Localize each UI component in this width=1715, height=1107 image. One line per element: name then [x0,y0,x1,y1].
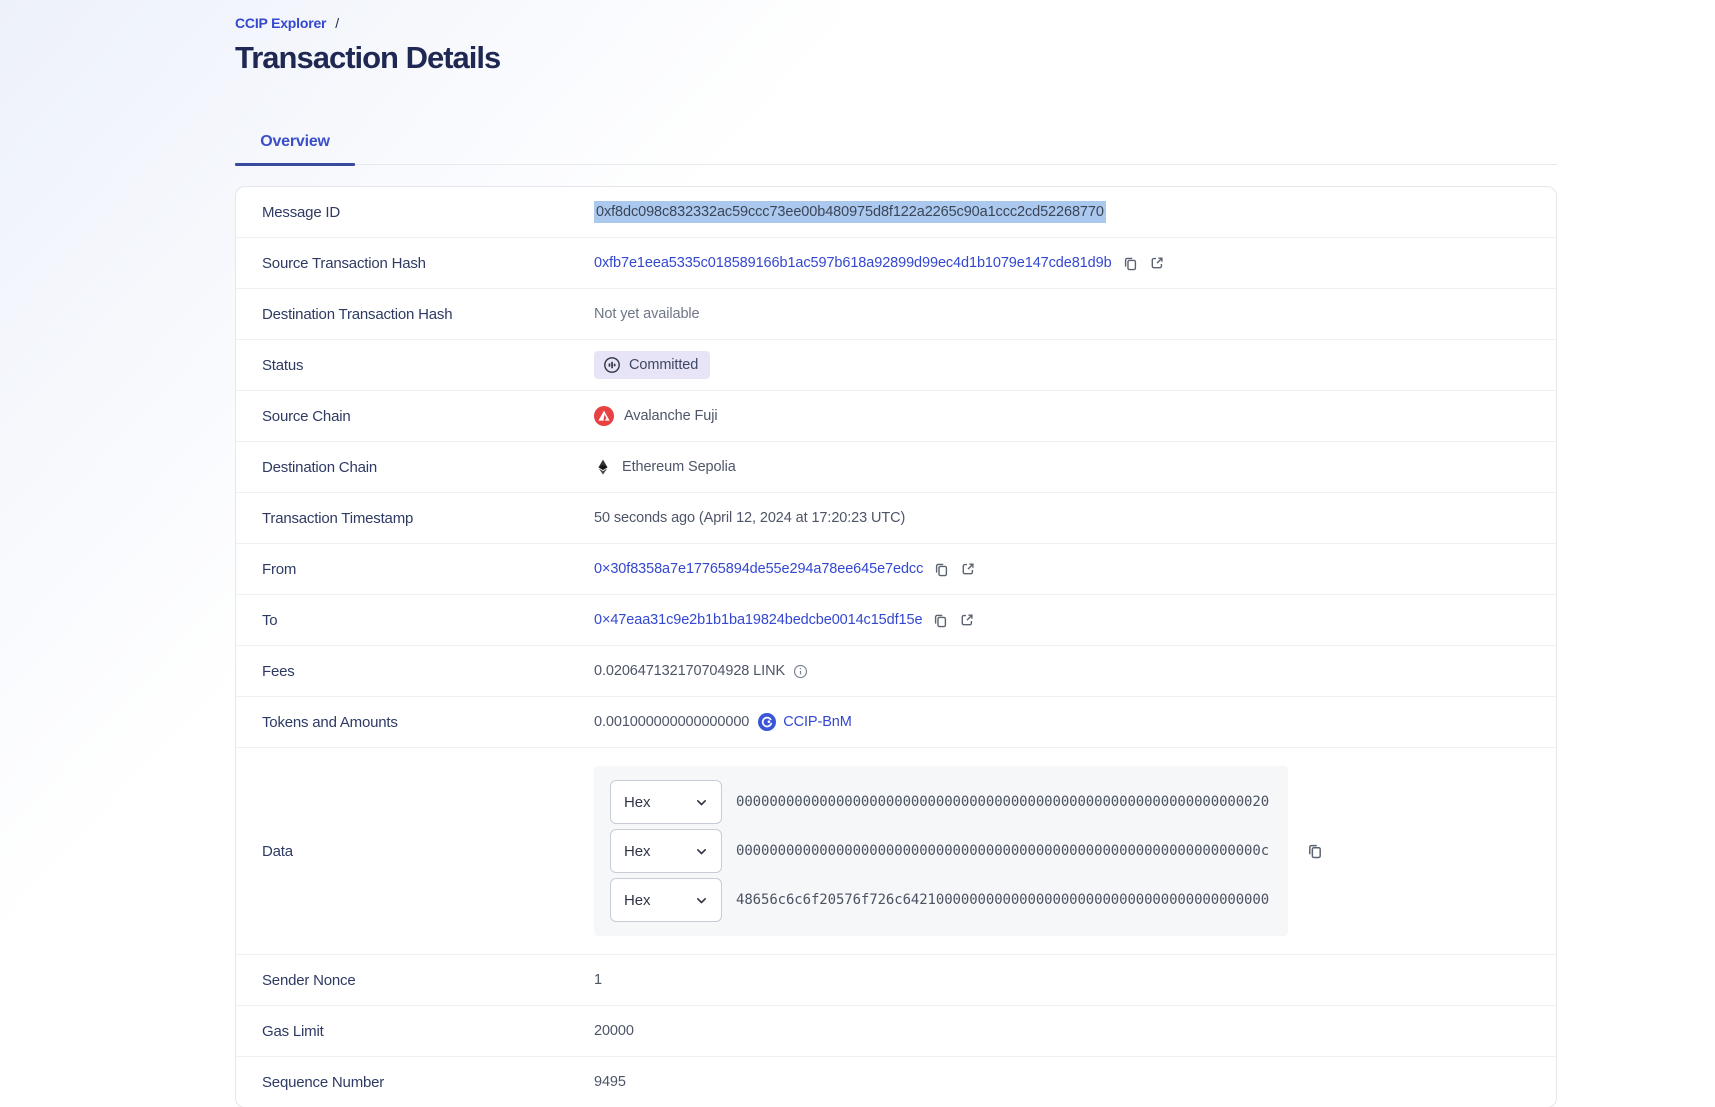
row-label: Transaction Timestamp [236,510,594,527]
status-badge: Committed [594,351,710,379]
copy-button[interactable] [933,561,950,578]
page-title: Transaction Details [235,40,1557,76]
encoding-select[interactable]: Hex [610,780,722,824]
tab-overview-label: Overview [260,133,330,151]
row-label: From [236,561,594,578]
source-tx-hash-link[interactable]: 0xfb7e1eea5335c018589166b1ac597b618a9289… [594,255,1112,271]
token-link[interactable]: CCIP-BnM [783,714,852,730]
ethereum-logo-icon [594,458,612,476]
pulse-circle-icon [603,356,621,374]
chevron-down-icon [695,845,708,858]
tab-overview[interactable]: Overview [235,119,355,164]
table-row-dest-chain: Destination Chain Ethereum Sepolia [236,442,1556,493]
copy-button[interactable] [932,612,949,629]
row-label: Destination Transaction Hash [236,306,594,323]
table-row-sender-nonce: Sender Nonce 1 [236,955,1556,1006]
chevron-down-icon [695,796,708,809]
row-label: Source Chain [236,408,594,425]
chevron-down-icon [695,894,708,907]
row-label: Sender Nonce [236,972,594,989]
encoding-select-value: Hex [624,794,650,811]
data-line-2: Hex 000000000000000000000000000000000000… [610,829,1272,873]
data-hex-panel: Hex 000000000000000000000000000000000000… [594,766,1288,936]
table-row-sequence-number: Sequence Number 9495 [236,1057,1556,1107]
row-label: Gas Limit [236,1023,594,1040]
dest-chain-name: Ethereum Sepolia [622,459,736,475]
ccip-bnm-token-icon [758,713,776,731]
token-amount: 0.001000000000000000 [594,714,749,730]
page: CCIP Explorer / Transaction Details Over… [0,0,1715,1107]
table-row-fees: Fees 0.020647132170704928 LINK [236,646,1556,697]
external-link-button[interactable] [960,561,976,577]
sequence-number-value: 9495 [594,1074,626,1090]
encoding-select[interactable]: Hex [610,878,722,922]
row-label: Status [236,357,594,374]
info-icon [793,664,808,679]
external-link-icon [959,612,975,628]
external-link-button[interactable] [1149,255,1165,271]
external-link-icon [960,561,976,577]
table-row-source-tx-hash: Source Transaction Hash 0xfb7e1eea5335c0… [236,238,1556,289]
copy-icon [932,612,949,629]
table-row-tokens: Tokens and Amounts 0.001000000000000000 … [236,697,1556,748]
tab-bar: Overview [235,119,1557,165]
table-row-status: Status Committed [236,340,1556,391]
source-chain-value: Avalanche Fuji [594,406,717,426]
table-row-source-chain: Source Chain Avalanche Fuji [236,391,1556,442]
table-row-to: To 0×47eaa31c9e2b1b1ba19824bedcbe0014c15… [236,595,1556,646]
data-hex-value: 0000000000000000000000000000000000000000… [736,794,1269,810]
row-label: Fees [236,663,594,680]
copy-data-button[interactable] [1306,842,1324,860]
data-line-3: Hex 48656c6c6f20576f726c6421000000000000… [610,878,1272,922]
row-label: To [236,612,594,629]
status-badge-label: Committed [629,357,698,373]
message-id-value: 0xf8dc098c832332ac59ccc73ee00b480975d8f1… [594,201,1106,223]
dest-chain-value: Ethereum Sepolia [594,458,736,476]
timestamp-value: 50 seconds ago (April 12, 2024 at 17:20:… [594,510,905,526]
row-label: Sequence Number [236,1074,594,1091]
from-address-link[interactable]: 0×30f8358a7e17765894de55e294a78ee645e7ed… [594,561,923,577]
active-tab-underline [235,163,355,166]
encoding-select-value: Hex [624,892,650,909]
row-label: Tokens and Amounts [236,714,594,731]
sender-nonce-value: 1 [594,972,602,988]
table-row-timestamp: Transaction Timestamp 50 seconds ago (Ap… [236,493,1556,544]
breadcrumb: CCIP Explorer / [235,15,1557,31]
row-label: Source Transaction Hash [236,255,594,272]
data-hex-value: 48656c6c6f20576f726c64210000000000000000… [736,892,1269,908]
breadcrumb-link-ccip-explorer[interactable]: CCIP Explorer [235,15,326,31]
external-link-button[interactable] [959,612,975,628]
gas-limit-value: 20000 [594,1023,634,1039]
table-row-message-id: Message ID 0xf8dc098c832332ac59ccc73ee00… [236,187,1556,238]
encoding-select-value: Hex [624,843,650,860]
table-row-dest-tx-hash: Destination Transaction Hash Not yet ava… [236,289,1556,340]
external-link-icon [1149,255,1165,271]
copy-icon [933,561,950,578]
dest-tx-hash-value: Not yet available [594,306,700,322]
row-label: Data [236,843,594,860]
data-hex-value: 0000000000000000000000000000000000000000… [736,843,1269,859]
data-line-1: Hex 000000000000000000000000000000000000… [610,780,1272,824]
avalanche-logo-icon [594,406,614,426]
row-label: Message ID [236,204,594,221]
fees-info[interactable] [793,664,808,679]
copy-button[interactable] [1122,255,1139,272]
copy-icon [1122,255,1139,272]
row-label: Destination Chain [236,459,594,476]
main-content: CCIP Explorer / Transaction Details Over… [235,0,1557,1107]
breadcrumb-separator: / [335,15,339,31]
table-row-gas-limit: Gas Limit 20000 [236,1006,1556,1057]
table-row-from: From 0×30f8358a7e17765894de55e294a78ee64… [236,544,1556,595]
fees-value: 0.020647132170704928 LINK [594,663,785,679]
table-row-data: Data Hex 0000000000000000000000000000000… [236,748,1556,955]
to-address-link[interactable]: 0×47eaa31c9e2b1b1ba19824bedcbe0014c15df1… [594,612,922,628]
details-card: Message ID 0xf8dc098c832332ac59ccc73ee00… [235,186,1557,1107]
source-chain-name: Avalanche Fuji [624,408,717,424]
encoding-select[interactable]: Hex [610,829,722,873]
copy-icon [1306,842,1324,860]
